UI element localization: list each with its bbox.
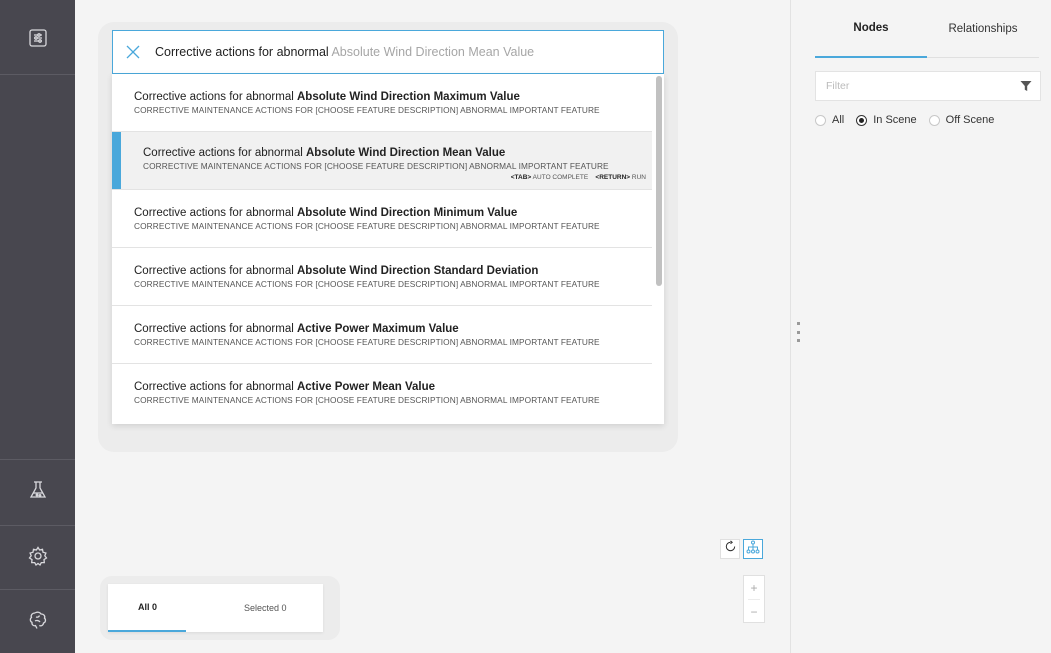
suggestion-prefix: Corrective actions for abnormal	[143, 147, 306, 159]
suggestion-subtitle: CORRECTIVE MAINTENANCE ACTIONS FOR [CHOO…	[134, 395, 600, 405]
suggestion-item[interactable]: Corrective actions for abnormal Absolute…	[112, 190, 652, 248]
radio-all-button[interactable]	[815, 114, 826, 126]
radio-in-scene-button[interactable]	[856, 114, 868, 126]
query-panel-icon	[27, 27, 49, 54]
flask-icon	[27, 479, 49, 506]
query-panel-button[interactable]	[0, 8, 75, 72]
radio-all-label: All	[832, 114, 845, 126]
zoom-controls: + −	[743, 575, 765, 623]
gear-icon	[27, 545, 49, 572]
search-autocomplete-ghost: Absolute Wind Direction Mean Value	[328, 45, 535, 59]
suggestion-subtitle: CORRECTIVE MAINTENANCE ACTIONS FOR [CHOO…	[143, 161, 609, 171]
suggestion-feature: Absolute Wind Direction Minimum Value	[296, 207, 518, 219]
search-input[interactable]: Corrective actions for abnormal	[155, 45, 329, 59]
sidebar-divider	[0, 74, 75, 75]
close-icon[interactable]	[125, 44, 141, 60]
suggestion-prefix: Corrective actions for abnormal	[134, 91, 297, 103]
filter-input[interactable]: Filter	[815, 71, 1041, 101]
radio-off-scene-label: Off Scene	[945, 114, 995, 126]
refresh-icon	[724, 540, 737, 558]
hierarchy-icon	[746, 540, 760, 559]
filter-icon[interactable]	[1020, 80, 1032, 92]
left-sidebar	[0, 0, 75, 653]
radio-in-scene[interactable]: In Scene	[856, 114, 917, 126]
radio-off-scene[interactable]: Off Scene	[928, 114, 995, 126]
suggestion-subtitle: CORRECTIVE MAINTENANCE ACTIONS FOR [CHOO…	[134, 221, 600, 231]
zoom-out-button[interactable]: −	[744, 600, 764, 623]
suggestion-feature: Absolute Wind Direction Mean Value	[305, 147, 506, 159]
suggestion-item[interactable]: Corrective actions for abnormal Absolute…	[112, 74, 652, 132]
suggestion-prefix: Corrective actions for abnormal	[134, 265, 297, 277]
handle-dot	[797, 322, 800, 325]
suggestion-prefix: Corrective actions for abnormal	[134, 323, 297, 335]
dropdown-scrollbar[interactable]	[654, 74, 664, 424]
experiments-button[interactable]	[0, 460, 75, 524]
suggestion-subtitle: CORRECTIVE MAINTENANCE ACTIONS FOR [CHOO…	[134, 279, 600, 289]
suggestion-subtitle: CORRECTIVE MAINTENANCE ACTIONS FOR [CHOO…	[134, 337, 600, 347]
suggestion-subtitle: CORRECTIVE MAINTENANCE ACTIONS FOR [CHOO…	[134, 105, 600, 115]
suggestion-dropdown: Corrective actions for abnormal Absolute…	[112, 74, 664, 424]
reset-layout-button[interactable]	[720, 539, 740, 559]
suggestion-feature: Absolute Wind Direction Maximum Value	[296, 91, 520, 103]
hierarchy-layout-button[interactable]	[743, 539, 763, 559]
radio-in-scene-label: In Scene	[873, 114, 917, 126]
scene-radio-group: All In Scene Off Scene	[815, 112, 1006, 128]
panel-resize-handle[interactable]	[797, 322, 801, 342]
zoom-in-button[interactable]: +	[744, 576, 764, 599]
tab-relationships[interactable]: Relationships	[927, 0, 1039, 58]
scroll-thumb[interactable]	[656, 76, 662, 286]
guides-button[interactable]	[0, 590, 75, 653]
right-panel: Nodes Relationships Filter All In Scene …	[790, 0, 1051, 653]
suggestion-feature: Active Power Maximum Value	[296, 323, 459, 335]
suggestion-prefix: Corrective actions for abnormal	[134, 381, 297, 393]
suggestion-item[interactable]: Corrective actions for abnormal Active P…	[112, 306, 652, 364]
suggestion-prefix: Corrective actions for abnormal	[134, 207, 297, 219]
hint-return-key: <RETURN>	[595, 174, 631, 181]
suggestion-item[interactable]: Corrective actions for abnormal Absolute…	[112, 248, 652, 306]
hint-return-text: RUN	[630, 174, 646, 181]
scene-tabs: All 0 Selected 0	[108, 584, 323, 632]
filter-placeholder: Filter	[826, 80, 850, 92]
handle-dot	[797, 330, 800, 334]
brain-icon	[27, 609, 49, 636]
suggestion-item[interactable]: Corrective actions for abnormal Active P…	[112, 364, 652, 422]
radio-off-scene-button[interactable]	[928, 114, 940, 126]
keyboard-hint: <TAB> AUTO COMPLETE <RETURN> RUN	[511, 174, 646, 181]
suggestion-feature: Absolute Wind Direction Standard Deviati…	[296, 265, 539, 277]
hint-tab-text: AUTO COMPLETE	[531, 174, 589, 181]
handle-dot	[797, 339, 800, 342]
radio-all[interactable]: All	[815, 114, 844, 126]
settings-button[interactable]	[0, 526, 75, 590]
suggestion-item-active[interactable]: Corrective actions for abnormal Absolute…	[112, 132, 652, 190]
hint-tab-key: <TAB>	[510, 174, 532, 181]
tab-nodes[interactable]: Nodes	[815, 0, 927, 58]
suggestion-feature: Active Power Mean Value	[296, 381, 436, 393]
search-bar[interactable]: Corrective actions for abnormal Absolute…	[112, 30, 664, 74]
tab-all[interactable]: All 0	[108, 584, 186, 632]
tab-selected[interactable]: Selected 0	[186, 584, 323, 632]
